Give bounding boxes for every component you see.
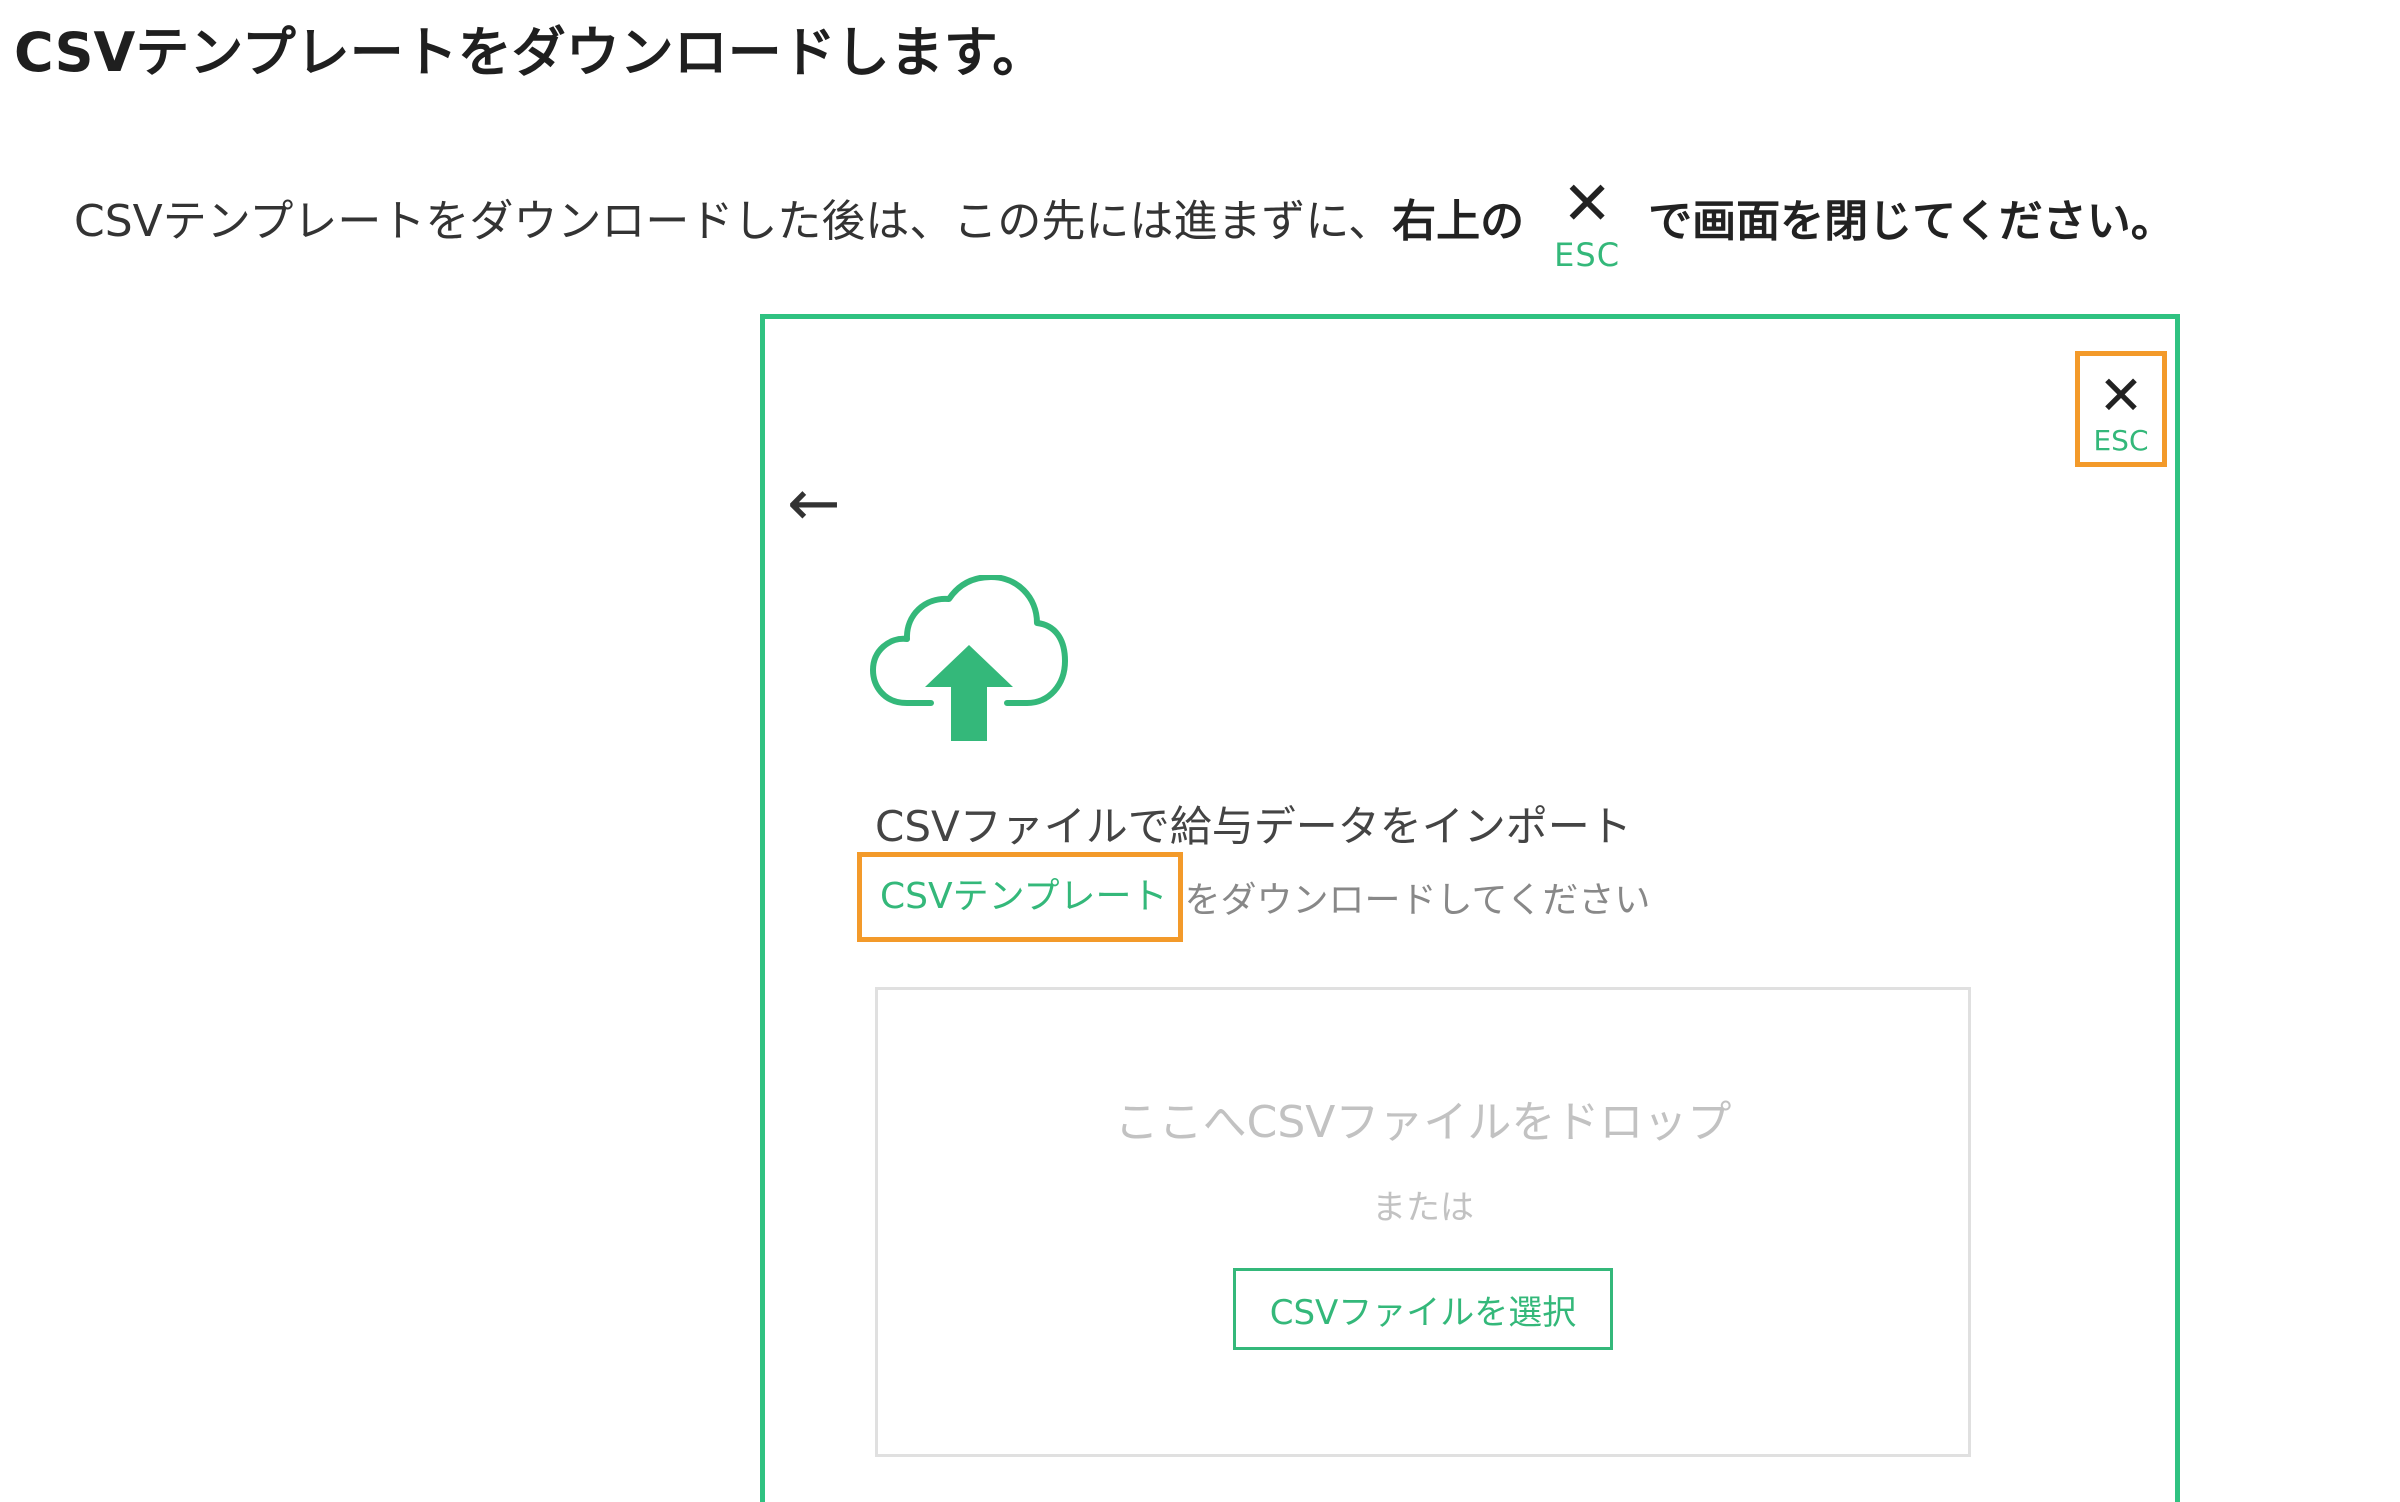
esc-label: ESC <box>1554 236 1621 274</box>
close-icon: ✕ <box>1561 169 1613 239</box>
page: CSVテンプレートをダウンロードします。 CSVテンプレートをダウンロードした後… <box>0 0 2400 1502</box>
close-icon: ✕ <box>2098 364 2144 427</box>
esc-label: ESC <box>2093 424 2149 457</box>
template-instruction-text: をダウンロードしてください <box>1184 880 1651 921</box>
dialog-title: CSVファイルで給与データをインポート <box>875 802 1632 851</box>
csv-dropzone[interactable]: ここへCSVファイルをドロップ または CSVファイルを選択 <box>875 987 1971 1457</box>
back-arrow-icon[interactable]: ← <box>787 469 841 539</box>
instruction-bold-after: で画面を閉じてください。 <box>1648 196 2175 247</box>
page-heading: CSVテンプレートをダウンロードします。 <box>14 21 1047 84</box>
csv-template-link[interactable]: CSVテンプレート <box>857 852 1183 942</box>
or-label: または <box>1372 1188 1474 1228</box>
inline-close-esc-icon: ✕ ESC <box>1532 168 1642 274</box>
instruction-prefix: CSVテンプレートをダウンロードした後は、この先には進まずに、 <box>74 196 1393 247</box>
import-dialog: ✕ ESC ← CSVファイルで給与データをインポート CSVテンプレート をダ… <box>760 314 2180 1502</box>
select-csv-button[interactable]: CSVファイルを選択 <box>1233 1268 1613 1350</box>
template-download-line: CSVテンプレート をダウンロードしてください <box>857 852 1650 942</box>
instruction-bold-before: 右上の <box>1392 196 1525 247</box>
drop-instruction: ここへCSVファイルをドロップ <box>1114 1097 1732 1148</box>
dialog-close-button[interactable]: ✕ ESC <box>2075 351 2167 467</box>
cloud-upload-icon <box>870 575 1068 741</box>
instruction-text: CSVテンプレートをダウンロードした後は、この先には進まずに、 右上の ✕ ES… <box>74 168 2175 278</box>
